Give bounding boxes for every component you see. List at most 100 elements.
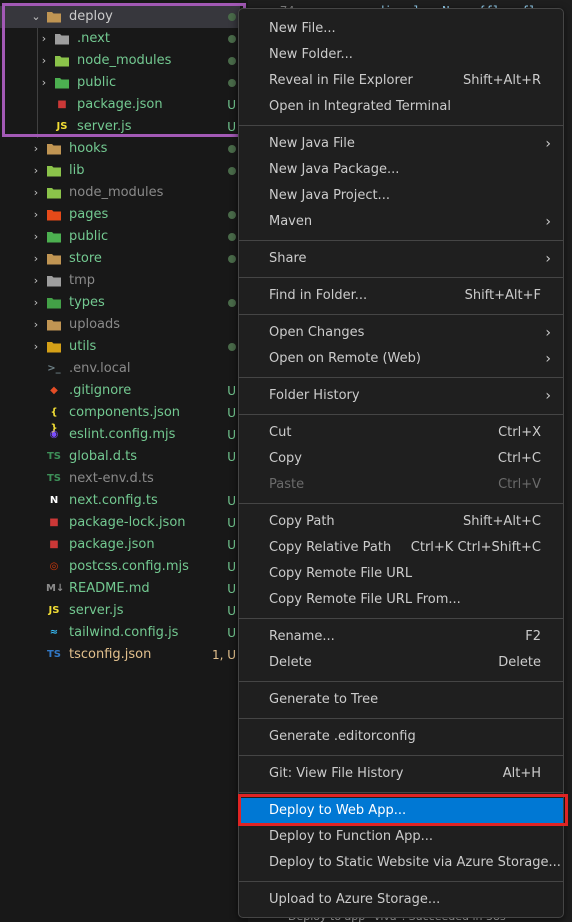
tree-file-package.json[interactable]: ■ package.json U <box>0 534 240 556</box>
menu-item-open-on-remote-web[interactable]: Open on Remote (Web) › <box>239 346 563 372</box>
menu-item-open-changes[interactable]: Open Changes › <box>239 320 563 346</box>
tree-file-package-lock.json[interactable]: ■ package-lock.json U <box>0 512 240 534</box>
menu-separator <box>239 792 563 793</box>
tree-item-label: node_modules <box>69 185 164 200</box>
menu-item-label: New Java File <box>269 136 355 151</box>
menu-item-copy-remote-file-url-from[interactable]: Copy Remote File URL From... <box>239 587 563 613</box>
menu-item-label: Deploy to Function App... <box>269 829 434 844</box>
tree-file-next-env.d.ts[interactable]: TS next-env.d.ts <box>0 468 240 490</box>
menu-separator <box>239 755 563 756</box>
tree-folder-uploads[interactable]: › uploads <box>0 314 240 336</box>
menu-separator <box>239 503 563 504</box>
menu-item-label: Upload to Azure Storage... <box>269 892 441 907</box>
menu-item-label: New File... <box>269 21 336 36</box>
menu-item-paste: Paste Ctrl+V <box>239 472 563 498</box>
tree-item-label: utils <box>69 339 97 354</box>
menu-item-maven[interactable]: Maven › <box>239 209 563 235</box>
menu-item-find-in-folder[interactable]: Find in Folder... Shift+Alt+F <box>239 283 563 309</box>
tmp-folder-icon <box>46 273 62 289</box>
menu-item-open-in-integrated-terminal[interactable]: Open in Integrated Terminal <box>239 94 563 120</box>
chevron-right-icon[interactable]: › <box>30 339 42 355</box>
menu-item-deploy-to-function-app[interactable]: Deploy to Function App... <box>239 824 563 850</box>
tree-folder-pages[interactable]: › pages <box>0 204 240 226</box>
menu-item-delete[interactable]: Delete Delete <box>239 650 563 676</box>
chevron-right-icon[interactable]: › <box>30 317 42 333</box>
menu-item-new-file[interactable]: New File... <box>239 16 563 42</box>
menu-item-copy[interactable]: Copy Ctrl+C <box>239 446 563 472</box>
menu-separator <box>239 314 563 315</box>
menu-item-git-view-file-history[interactable]: Git: View File History Alt+H <box>239 761 563 787</box>
ts-def-icon: TS <box>46 473 62 484</box>
tree-item-label: package-lock.json <box>69 515 186 530</box>
tree-item-label: package.json <box>69 537 155 552</box>
git-status-dot <box>228 167 236 175</box>
menu-item-label: Generate .editorconfig <box>269 729 416 744</box>
tree-folder-public[interactable]: › public <box>0 226 240 248</box>
tree-file-next.config.ts[interactable]: Nnext.config.ts U <box>0 490 240 512</box>
chevron-right-icon[interactable]: › <box>30 207 42 223</box>
npm-icon: ■ <box>49 539 59 550</box>
chevron-right-icon[interactable]: › <box>30 229 42 245</box>
keyboard-shortcut: Alt+H <box>502 766 541 781</box>
tree-file-eslint.config.mjs[interactable]: ◉ eslint.config.mjs U <box>0 424 240 446</box>
tree-file-postcss.config.mjs[interactable]: ◎ postcss.config.mjs U <box>0 556 240 578</box>
tree-file-global.d.ts[interactable]: TS global.d.ts U <box>0 446 240 468</box>
next-icon: N <box>49 495 59 506</box>
chevron-right-icon[interactable]: › <box>30 295 42 311</box>
menu-item-cut[interactable]: Cut Ctrl+X <box>239 420 563 446</box>
keyboard-shortcut: Ctrl+K Ctrl+Shift+C <box>410 540 541 555</box>
menu-item-label: Share <box>269 251 307 266</box>
menu-item-copy-remote-file-url[interactable]: Copy Remote File URL <box>239 561 563 587</box>
purple-highlight-box <box>2 3 246 137</box>
menu-item-copy-path[interactable]: Copy Path Shift+Alt+C <box>239 509 563 535</box>
menu-separator <box>239 681 563 682</box>
menu-item-generate-to-tree[interactable]: Generate to Tree <box>239 687 563 713</box>
menu-item-label: Open on Remote (Web) <box>269 351 421 366</box>
tree-folder-node_modules[interactable]: › node_modules <box>0 182 240 204</box>
tree-folder-store[interactable]: › store <box>0 248 240 270</box>
chevron-right-icon[interactable]: › <box>30 251 42 267</box>
tree-file-.gitignore[interactable]: ◆ .gitignore U <box>0 380 240 402</box>
tree-file-tailwind.config.js[interactable]: ≈ tailwind.config.js U <box>0 622 240 644</box>
tree-file-server.js[interactable]: JS server.js U <box>0 600 240 622</box>
git-status-dot <box>228 343 236 351</box>
tree-folder-types[interactable]: › types <box>0 292 240 314</box>
menu-item-label: Reveal in File Explorer <box>269 73 413 88</box>
menu-item-upload-to-azure-storage[interactable]: Upload to Azure Storage... <box>239 887 563 913</box>
utils-folder-icon <box>46 339 62 355</box>
menu-item-reveal-in-file-explorer[interactable]: Reveal in File Explorer Shift+Alt+R <box>239 68 563 94</box>
submenu-arrow-icon: › <box>545 214 551 230</box>
chevron-right-icon[interactable]: › <box>30 273 42 289</box>
tree-item-label: tmp <box>69 273 96 288</box>
tree-folder-utils[interactable]: › utils <box>0 336 240 358</box>
chevron-right-icon[interactable]: › <box>30 185 42 201</box>
public-folder-icon <box>46 229 62 245</box>
tree-file-components.json[interactable]: { } components.json U <box>0 402 240 434</box>
tree-item-label: hooks <box>69 141 108 156</box>
menu-item-copy-relative-path[interactable]: Copy Relative Path Ctrl+K Ctrl+Shift+C <box>239 535 563 561</box>
menu-item-rename[interactable]: Rename... F2 <box>239 624 563 650</box>
tree-folder-tmp[interactable]: › tmp <box>0 270 240 292</box>
menu-item-label: Rename... <box>269 629 335 644</box>
menu-item-new-java-file[interactable]: New Java File › <box>239 131 563 157</box>
tree-file-tsconfig.json[interactable]: TS tsconfig.json 1, U <box>0 644 240 666</box>
git-status-badge: U <box>227 604 236 618</box>
chevron-right-icon[interactable]: › <box>30 163 42 179</box>
chevron-right-icon[interactable]: › <box>30 141 42 157</box>
menu-item-folder-history[interactable]: Folder History › <box>239 383 563 409</box>
tree-file-.env.local[interactable]: >_ .env.local <box>0 358 240 380</box>
menu-item-new-folder[interactable]: New Folder... <box>239 42 563 68</box>
menu-item-new-java-package[interactable]: New Java Package... <box>239 157 563 183</box>
menu-item-label: New Folder... <box>269 47 353 62</box>
menu-item-label: Maven <box>269 214 313 229</box>
menu-item-deploy-to-static-website-via-azure-storage[interactable]: Deploy to Static Website via Azure Stora… <box>239 850 563 876</box>
keyboard-shortcut: Shift+Alt+C <box>462 514 541 529</box>
menu-item-share[interactable]: Share › <box>239 246 563 272</box>
git-status-badge: U <box>227 582 236 596</box>
tree-folder-lib[interactable]: › lib <box>0 160 240 182</box>
tree-file-README.md[interactable]: M↓ README.md U <box>0 578 240 600</box>
tree-folder-hooks[interactable]: › hooks <box>0 138 240 160</box>
menu-item-generate-editorconfig[interactable]: Generate .editorconfig <box>239 724 563 750</box>
tree-item-label: tsconfig.json <box>69 647 152 662</box>
menu-item-new-java-project[interactable]: New Java Project... <box>239 183 563 209</box>
